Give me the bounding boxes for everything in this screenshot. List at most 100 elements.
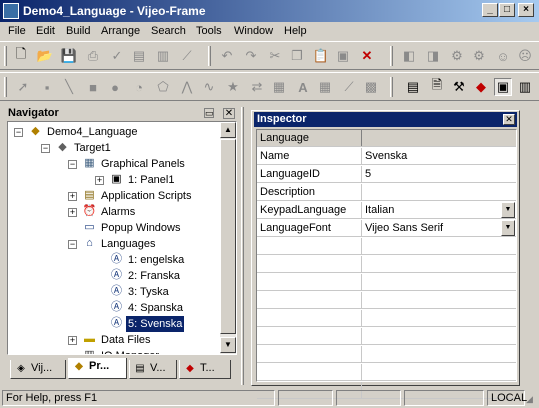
inspector-close-icon[interactable]: ✕ (503, 114, 515, 125)
line-icon[interactable]: ╲ (60, 78, 78, 96)
properties-icon[interactable]: ▤ (404, 78, 422, 96)
flip-icon[interactable]: ☹ (516, 47, 534, 65)
paste-icon[interactable]: 📋 (312, 47, 330, 65)
tab-variables[interactable]: ▤ V... (129, 360, 177, 379)
splitter[interactable] (241, 107, 244, 385)
toolbar-grip[interactable] (4, 77, 7, 97)
bring-front-icon[interactable]: ◧ (400, 47, 418, 65)
tree-item[interactable]: + ⏰ Alarms (8, 204, 218, 220)
expand-icon[interactable]: + (68, 208, 77, 217)
polygon-icon[interactable]: ⬠ (154, 78, 172, 96)
menu-help[interactable]: Help (284, 25, 307, 37)
expand-icon[interactable]: + (68, 336, 77, 345)
open-icon[interactable]: 📂 (36, 47, 54, 65)
menu-arrange[interactable]: Arrange (101, 25, 140, 37)
analyze-icon[interactable]: ⟋ (178, 47, 196, 65)
tree-item[interactable]: − ◆ Demo4_Language (8, 124, 218, 140)
build-icon[interactable]: ▤ (130, 47, 148, 65)
property-row[interactable]: KeypadLanguage Italian ▼ (257, 202, 516, 219)
property-row[interactable]: LanguageID 5 (257, 166, 516, 183)
minimize-button[interactable]: _ (482, 3, 498, 17)
tree-item[interactable]: ▥ IO Manager (8, 348, 218, 354)
tree-item[interactable]: − ◆ Target1 (8, 140, 218, 156)
pointer-icon[interactable]: ➚ (14, 78, 32, 96)
menu-search[interactable]: Search (151, 25, 186, 37)
property-value[interactable]: Svenska (362, 148, 516, 164)
ellipse-icon[interactable]: ● (106, 78, 124, 96)
toolbar-grip[interactable] (390, 77, 393, 97)
print-icon[interactable]: ⎙ (84, 47, 102, 65)
collapse-icon[interactable]: − (68, 240, 77, 249)
arc-icon[interactable]: ◔ (130, 78, 148, 96)
tree-item[interactable]: Ⓐ 3: Tyska (8, 284, 218, 300)
polyline-icon[interactable]: ⋀ (178, 78, 196, 96)
toolbar-grip[interactable] (390, 46, 393, 66)
tab-toolbox[interactable]: ◆ T... (179, 360, 231, 379)
toolbar-grip[interactable] (208, 46, 211, 66)
toolbox-icon[interactable]: ◆ (472, 78, 490, 96)
new-icon[interactable]: 🗋 (12, 46, 30, 65)
rectangle-icon[interactable]: ■ (84, 78, 102, 96)
tree-item[interactable]: Ⓐ 5: Svenska (8, 315, 218, 333)
text-icon[interactable]: A (294, 78, 312, 96)
menu-build[interactable]: Build (66, 25, 90, 37)
cut-icon[interactable]: ✂ (266, 47, 284, 65)
star-icon[interactable]: ★ (224, 78, 242, 96)
property-value[interactable] (362, 184, 516, 200)
save-icon[interactable]: 💾 (60, 47, 78, 65)
collapse-icon[interactable]: − (14, 128, 23, 137)
download-icon[interactable]: ▥ (154, 47, 172, 65)
scroll-down-icon[interactable]: ▼ (220, 337, 236, 353)
ungroup-icon[interactable]: ⚙ (470, 47, 488, 65)
resize-grip-icon[interactable]: ◢ (526, 394, 537, 405)
tree-item[interactable]: + ▣ 1: Panel1 (8, 172, 218, 188)
scroll-thumb[interactable] (220, 139, 236, 334)
tree-item[interactable]: Ⓐ 4: Spanska (8, 300, 218, 316)
send-back-icon[interactable]: ◨ (424, 47, 442, 65)
menu-file[interactable]: File (8, 25, 26, 37)
menu-window[interactable]: Window (234, 25, 273, 37)
expand-icon[interactable]: + (68, 192, 77, 201)
menu-tools[interactable]: Tools (196, 25, 222, 37)
tree-item[interactable]: Ⓐ 1: engelska (8, 252, 218, 268)
table-icon[interactable]: ▦ (316, 78, 334, 96)
navigator-toggle-icon[interactable]: ▥ (516, 78, 534, 96)
bitmap-icon[interactable]: ▦ (270, 78, 288, 96)
property-value[interactable]: Italian (362, 202, 516, 218)
navigator-pin-icon[interactable]: ▭ (204, 108, 214, 118)
delete-icon[interactable]: ✕ (358, 47, 376, 65)
maximize-button[interactable]: □ (499, 3, 515, 17)
expand-icon[interactable]: + (95, 176, 104, 185)
collapse-icon[interactable]: − (41, 144, 50, 153)
inspector-toggle-icon[interactable]: ▣ (494, 78, 512, 96)
copy-icon[interactable]: ❐ (288, 47, 306, 65)
tree-item[interactable]: − ⌂ Languages (8, 236, 218, 252)
freeform-icon[interactable]: ∿ (200, 78, 218, 96)
property-row[interactable]: Description (257, 184, 516, 201)
tools-icon[interactable]: ⚒ (450, 78, 468, 96)
redo-icon[interactable]: ↷ (242, 47, 260, 65)
property-row[interactable]: LanguageFont Vijeo Sans Serif ▼ (257, 220, 516, 237)
page-icon[interactable]: 🗎 (428, 77, 446, 96)
io-object-icon[interactable]: ▩ (362, 78, 380, 96)
tree-item[interactable]: Ⓐ 2: Franska (8, 268, 218, 284)
collapse-icon[interactable]: − (68, 160, 77, 169)
menu-edit[interactable]: Edit (36, 25, 55, 37)
group-icon[interactable]: ⚙ (448, 47, 466, 65)
close-button[interactable]: × (518, 3, 534, 17)
tree-item[interactable]: − ▦ Graphical Panels (8, 156, 218, 172)
check-icon[interactable]: ✓ (108, 47, 126, 65)
property-row[interactable]: Name Svenska (257, 148, 516, 165)
tree-item[interactable]: ▭ Popup Windows (8, 220, 218, 236)
duplicate-icon[interactable]: ▣ (334, 47, 352, 65)
tab-vijeo[interactable]: ◈ Vij... (10, 360, 66, 379)
tree-item[interactable]: + ▤ Application Scripts (8, 188, 218, 204)
tab-project[interactable]: ◆ Pr... (68, 358, 127, 379)
connector-icon[interactable]: ⇄ (248, 78, 266, 96)
dot-icon[interactable]: ▪ (38, 78, 56, 96)
navigator-close-icon[interactable]: ✕ (223, 108, 235, 119)
tree-item[interactable]: + ▬ Data Files (8, 332, 218, 348)
property-value[interactable]: Vijeo Sans Serif (362, 220, 516, 236)
toolbar-grip[interactable] (4, 46, 7, 66)
undo-icon[interactable]: ↶ (218, 47, 236, 65)
